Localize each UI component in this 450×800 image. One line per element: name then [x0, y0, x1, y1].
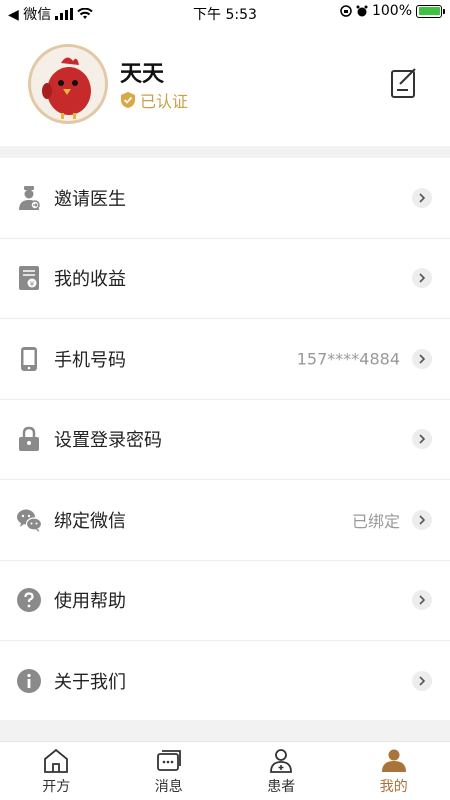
chevron-right-icon — [412, 268, 432, 289]
section-divider — [0, 720, 450, 741]
profile-icon — [381, 749, 406, 772]
earnings-icon: ¥ — [19, 266, 39, 291]
profile-header: 天天 已认证 — [0, 24, 450, 146]
patient-icon — [270, 749, 293, 773]
tab-label: 我的 — [379, 779, 408, 795]
chevron-right-icon — [412, 187, 432, 208]
verified-badge: 已认证 — [120, 88, 188, 112]
settings-menu: 邀请医生 ¥ 我的收益 手机号码 157****4884 设置登录密码 绑定微信… — [0, 158, 450, 722]
bottom-tab-bar: 开方 消息 患者 我的 — [0, 741, 450, 800]
tab-patients[interactable]: 患者 — [225, 742, 338, 800]
phone-number-value: 157****4884 — [296, 349, 400, 369]
tab-label: 患者 — [267, 779, 296, 795]
menu-label: 绑定微信 — [54, 510, 126, 532]
menu-label: 手机号码 — [54, 349, 126, 371]
status-bar: ◀ 微信 下午 5:53 100% — [0, 0, 450, 24]
menu-item-help[interactable]: 使用帮助 — [0, 561, 450, 641]
menu-label: 关于我们 — [54, 672, 126, 694]
menu-item-about[interactable]: 关于我们 — [0, 641, 450, 722]
edit-profile-button[interactable] — [390, 68, 418, 100]
menu-item-set-password[interactable]: 设置登录密码 — [0, 400, 450, 480]
menu-item-invite-doctor[interactable]: 邀请医生 — [0, 158, 450, 239]
tab-messages[interactable]: 消息 — [113, 742, 226, 800]
svg-text:¥: ¥ — [30, 280, 35, 288]
tab-label: 消息 — [154, 779, 183, 795]
wechat-icon — [17, 509, 42, 532]
orientation-lock-icon — [340, 5, 352, 17]
status-right: 100% — [340, 3, 445, 19]
verified-label: 已认证 — [140, 92, 189, 111]
chevron-right-icon — [412, 671, 432, 692]
battery-icon — [416, 4, 445, 18]
doctor-invite-icon — [19, 185, 40, 210]
wechat-status-value: 已绑定 — [351, 511, 400, 531]
menu-item-bind-wechat[interactable]: 绑定微信 已绑定 — [0, 480, 450, 561]
profile-name: 天天 — [120, 62, 165, 87]
phone-icon — [21, 346, 37, 371]
tab-label: 开方 — [42, 779, 71, 795]
info-icon — [17, 669, 41, 694]
lock-icon — [19, 426, 39, 452]
message-icon — [156, 750, 181, 771]
edit-icon — [391, 68, 416, 98]
battery-percent: 100% — [371, 3, 412, 19]
chevron-right-icon — [412, 348, 432, 369]
avatar[interactable] — [28, 44, 108, 124]
shield-check-icon — [121, 92, 135, 108]
section-divider — [0, 146, 450, 158]
help-icon — [17, 588, 41, 613]
chevron-right-icon — [412, 590, 432, 611]
alarm-icon — [356, 5, 368, 17]
chevron-right-icon — [412, 429, 432, 450]
menu-label: 设置登录密码 — [54, 430, 162, 452]
tab-prescribe[interactable]: 开方 — [0, 742, 113, 800]
menu-label: 我的收益 — [54, 269, 126, 291]
menu-item-earnings[interactable]: ¥ 我的收益 — [0, 239, 450, 319]
menu-item-phone[interactable]: 手机号码 157****4884 — [0, 319, 450, 400]
chevron-right-icon — [412, 509, 432, 530]
menu-label: 邀请医生 — [54, 188, 126, 210]
prescribe-icon — [44, 748, 69, 773]
menu-label: 使用帮助 — [54, 591, 126, 613]
avatar-bird-icon — [42, 57, 91, 119]
tab-mine[interactable]: 我的 — [338, 742, 450, 800]
